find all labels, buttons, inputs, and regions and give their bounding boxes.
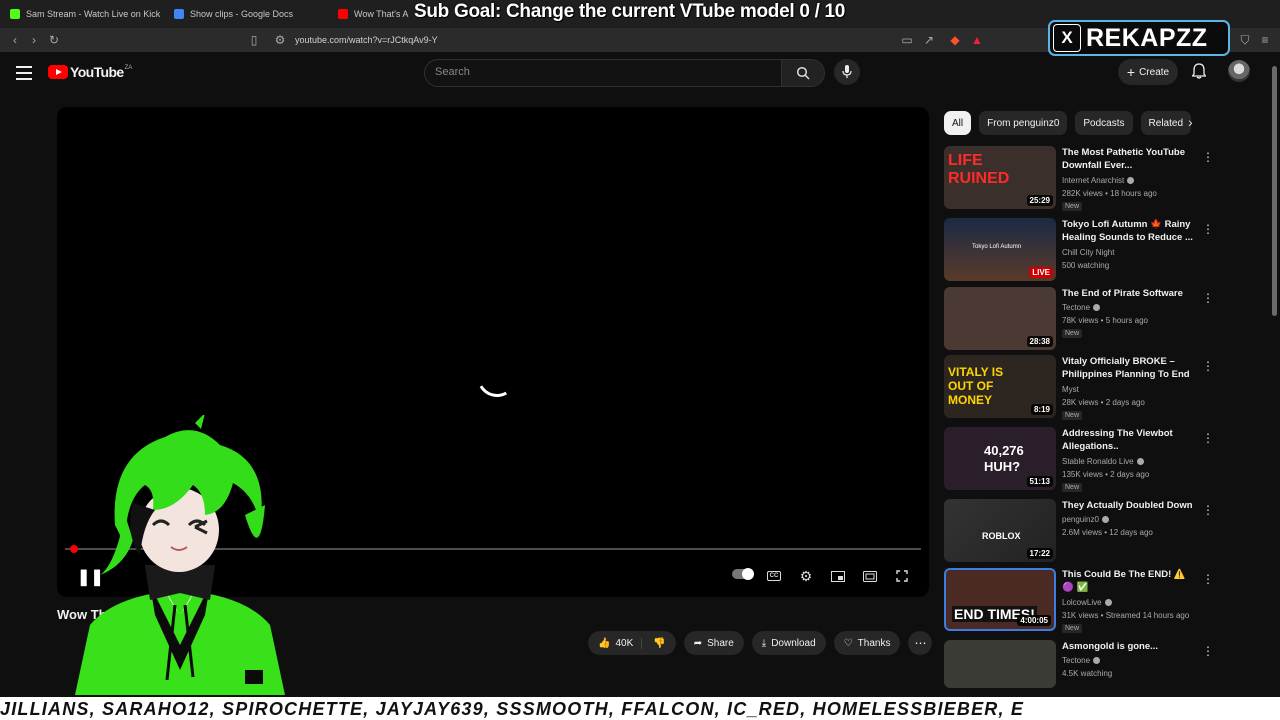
autoplay-toggle[interactable] [732,568,754,580]
voice-search-button[interactable] [834,59,860,85]
chip-all[interactable]: All [944,111,972,135]
tab-google-docs[interactable]: Show clips - Google Docs [174,4,324,24]
chip-from-channel[interactable]: From penguinz0 [979,111,1068,135]
create-button[interactable]: + Create [1118,59,1178,85]
site-info-icon[interactable]: ⚙ [273,33,287,47]
verified-icon [1101,516,1109,524]
rewards-icon[interactable]: ▲ [970,33,984,47]
chevron-right-icon[interactable]: › [1188,114,1193,130]
social-handle-badge: X REKAPZZ [1048,20,1230,56]
download-icon: ⤓ [761,637,767,649]
theater-mode-icon[interactable] [859,566,881,586]
video-actions: 👍 40K 👎 ➦ Share ⤓ Download ♡ Thanks ⋯ [588,631,933,655]
verified-icon [1093,657,1101,665]
url-field[interactable]: youtube.com/watch?v=rJCtkqAv9-Y [295,32,438,48]
more-actions-icon[interactable]: ⋯ [908,631,933,655]
x-logo-icon: X [1053,24,1081,52]
share-button[interactable]: ➦ Share [683,631,744,655]
more-options-icon[interactable]: ⋮ [1202,572,1214,586]
notifications-bell-icon[interactable] [1191,63,1207,82]
video-thumbnail[interactable]: 40,276 HUH? 51:13 [944,427,1056,490]
filter-chips: All From penguinz0 Podcasts Related [944,111,1191,135]
vpn-icon[interactable]: ⛉ [1238,33,1252,47]
vtuber-avatar [75,415,285,695]
social-handle: REKAPZZ [1086,23,1208,52]
forward-icon[interactable]: › [27,33,41,47]
thumbs-down-icon[interactable]: 👎 [647,638,665,649]
more-options-icon[interactable]: ⋮ [1202,291,1214,305]
video-thumbnail[interactable]: VITALY IS OUT OF MONEY 8:19 [944,355,1056,418]
like-button[interactable]: 👍 40K [598,637,643,649]
verified-icon [1127,177,1135,185]
more-options-icon[interactable]: ⋮ [1202,644,1214,658]
kick-icon [10,9,20,19]
video-thumbnail[interactable]: END TIMES! 4:00:05 [944,568,1056,631]
browser-menu-icon[interactable]: ≡ [1258,33,1272,47]
more-options-icon[interactable]: ⋮ [1202,503,1214,517]
sub-goal-overlay: Sub Goal: Change the current VTube model… [414,1,846,22]
menu-icon[interactable] [16,66,32,84]
docs-icon [174,9,184,19]
subscriber-ticker: JILLIANS, SARAHO12, SPIROCHETTE, JAYJAY6… [0,697,1280,720]
tab-youtube[interactable]: Wow That's A Big... [338,4,410,24]
more-options-icon[interactable]: ⋮ [1202,431,1214,445]
list-item[interactable]: LIFE RUINED 25:29 The Most Pathetic YouT… [944,146,1264,211]
verified-icon [1136,458,1144,466]
verified-icon [1093,304,1101,312]
list-item[interactable]: 28:38 The End of Pirate Software Tectone… [944,287,1264,351]
bookmark-icon[interactable]: ▯ [247,33,261,47]
scrollbar[interactable] [1272,66,1277,316]
list-item[interactable]: Tokyo Lofi Autumn LIVE Tokyo Lofi Autumn… [944,218,1264,282]
fullscreen-icon[interactable] [891,566,913,586]
microphone-icon [842,65,852,78]
youtube-logo[interactable]: YouTube ZA [48,64,132,80]
youtube-header: YouTube ZA Search + Create [0,52,1280,94]
search-button[interactable] [781,59,825,87]
video-thumbnail[interactable]: 28:38 [944,287,1056,350]
list-item[interactable]: VITALY IS OUT OF MONEY 8:19 Vitaly Offic… [944,355,1264,420]
more-options-icon[interactable]: ⋮ [1202,222,1214,236]
thumbs-up-icon: 👍 [598,637,611,649]
like-dislike-group: 👍 40K 👎 [588,631,676,655]
list-item[interactable]: ROBLOX 17:22 They Actually Doubled Down … [944,499,1264,563]
cast-icon[interactable]: ▭ [900,33,914,47]
miniplayer-icon[interactable] [827,566,849,586]
search-input[interactable]: Search [424,59,783,87]
share-page-icon[interactable]: ↗ [922,33,936,47]
youtube-favicon-icon [338,9,348,19]
thanks-heart-icon: ♡ [843,637,853,649]
video-thumbnail[interactable]: Tokyo Lofi Autumn LIVE [944,218,1056,281]
list-item[interactable]: 40,276 HUH? 51:13 Addressing The Viewbot… [944,427,1264,492]
tab-kick[interactable]: Sam Stream - Watch Live on Kick [10,4,160,24]
more-options-icon[interactable]: ⋮ [1202,150,1214,164]
reload-icon[interactable]: ↻ [47,33,61,47]
chip-podcasts[interactable]: Podcasts [1075,111,1133,135]
account-avatar[interactable] [1228,60,1250,82]
verified-icon [1104,599,1112,607]
share-arrow-icon: ➦ [693,637,703,649]
thanks-button[interactable]: ♡ Thanks [833,631,901,655]
back-icon[interactable]: ‹ [8,33,22,47]
chip-related[interactable]: Related [1140,111,1191,135]
captions-icon[interactable]: CC [763,566,785,586]
download-button[interactable]: ⤓ Download [751,631,826,655]
settings-gear-icon[interactable]: ⚙ [795,566,817,586]
brave-shield-icon[interactable]: ◆ [948,33,962,47]
video-thumbnail[interactable]: LIFE RUINED 25:29 [944,146,1056,209]
loading-spinner-icon [472,352,522,402]
list-item[interactable]: Asmongold is gone... Tectone 4.5K watchi… [944,640,1264,704]
search-icon [796,66,810,80]
more-options-icon[interactable]: ⋮ [1202,359,1214,373]
youtube-play-icon [48,65,68,79]
video-thumbnail[interactable]: ROBLOX 17:22 [944,499,1056,562]
video-thumbnail[interactable] [944,640,1056,688]
plus-icon: + [1126,64,1136,80]
list-item[interactable]: END TIMES! 4:00:05 This Could Be The END… [944,568,1264,633]
